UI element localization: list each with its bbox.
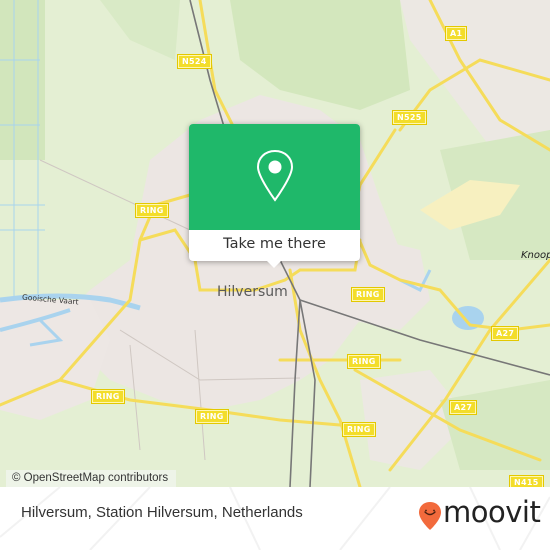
- road-shield-n524: N524: [177, 54, 212, 69]
- road-shield-ring: RING: [135, 203, 169, 218]
- moovit-pin-icon: [419, 502, 441, 530]
- map[interactable]: RING RING RING RING RING RING N524 N525 …: [0, 0, 550, 487]
- road-shield-ring: RING: [351, 287, 385, 302]
- road-shield-n415: N415: [509, 475, 544, 487]
- map-pin-icon: [256, 149, 294, 202]
- place-label: Knoop: [521, 250, 550, 261]
- road-shield-ring: RING: [342, 422, 376, 437]
- road-shield-ring: RING: [91, 389, 125, 404]
- road-shield-ring: RING: [195, 409, 229, 424]
- footer: Hilversum, Station Hilversum, Netherland…: [0, 487, 550, 550]
- road-shield-a27: A27: [490, 326, 520, 341]
- popup-header: [189, 124, 360, 230]
- road-shield-a27: A27: [448, 400, 478, 415]
- city-label: Hilversum: [217, 284, 288, 300]
- moovit-wordmark: moovit: [443, 495, 541, 529]
- take-me-there-button[interactable]: Take me there: [189, 230, 360, 261]
- map-attribution[interactable]: © OpenStreetMap contributors: [6, 470, 177, 487]
- popup-pointer: [266, 260, 282, 268]
- road-shield-ring: RING: [347, 354, 381, 369]
- destination-popup: Take me there: [189, 124, 360, 268]
- road-shield-a1: A1: [444, 26, 468, 41]
- location-address: Hilversum, Station Hilversum, Netherland…: [21, 504, 303, 521]
- road-shield-n525: N525: [392, 110, 427, 125]
